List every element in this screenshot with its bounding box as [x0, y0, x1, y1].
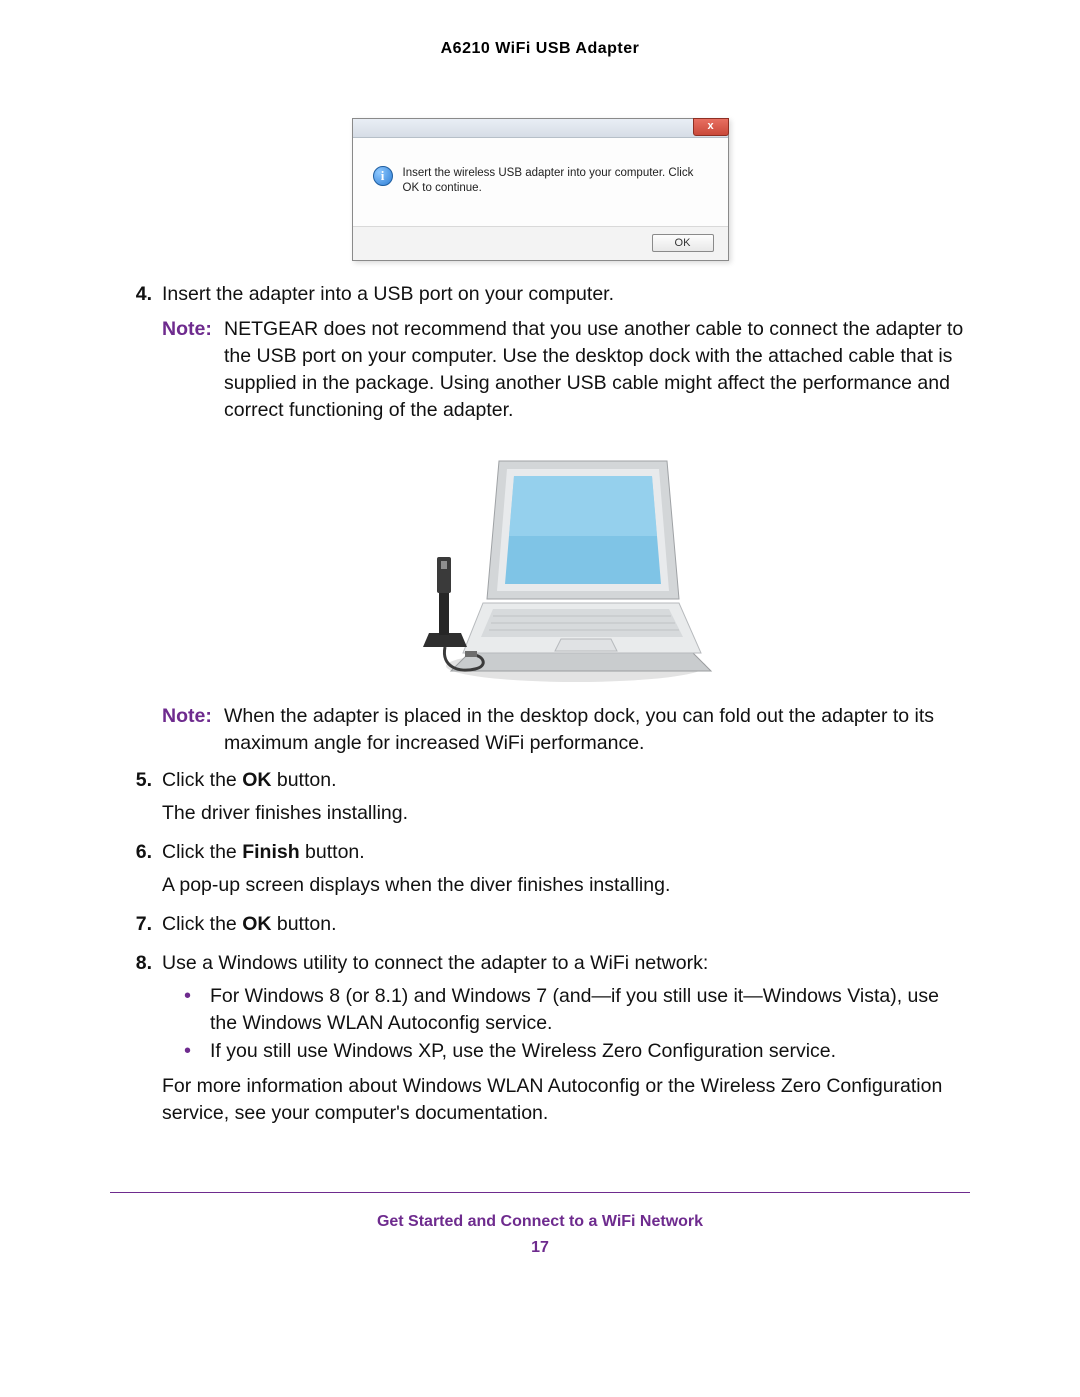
text-fragment: button.	[300, 841, 365, 863]
text-fragment: button.	[271, 913, 336, 935]
laptop-with-adapter-icon	[411, 441, 721, 691]
dialog-body: i Insert the wireless USB adapter into y…	[353, 138, 728, 226]
document-header-title: A6210 WiFi USB Adapter	[110, 40, 970, 58]
step-text: Use a Windows utility to connect the ada…	[162, 950, 970, 977]
step-text: Click the Finish button.	[162, 839, 970, 866]
manual-page: A6210 WiFi USB Adapter x i Insert the wi…	[0, 0, 1080, 1397]
dialog-window: x i Insert the wireless USB adapter into…	[352, 118, 729, 261]
bullet-list: • For Windows 8 (or 8.1) and Windows 7 (…	[184, 983, 970, 1066]
step-subtext: The driver finishes installing.	[162, 800, 970, 827]
info-icon: i	[373, 166, 393, 186]
step-number: 6.	[110, 839, 162, 905]
page-footer: Get Started and Connect to a WiFi Networ…	[110, 1192, 970, 1257]
note-block-2: Note: When the adapter is placed in the …	[162, 703, 970, 757]
step-number: 4.	[110, 281, 162, 761]
page-number: 17	[110, 1239, 970, 1257]
bullet-text: If you still use Windows XP, use the Wir…	[210, 1038, 836, 1065]
dialog-footer: OK	[353, 226, 728, 260]
bold-label: OK	[242, 769, 271, 791]
laptop-illustration	[162, 441, 970, 691]
text-fragment: button.	[271, 769, 336, 791]
step-body: Use a Windows utility to connect the ada…	[162, 950, 970, 1134]
list-item: • If you still use Windows XP, use the W…	[184, 1038, 970, 1065]
step-subtext: For more information about Windows WLAN …	[162, 1073, 970, 1127]
note-block: Note: NETGEAR does not recommend that yo…	[162, 316, 970, 424]
step-number: 8.	[110, 950, 162, 1134]
instruction-content: 4. Insert the adapter into a USB port on…	[110, 281, 970, 1133]
step-text: Click the OK button.	[162, 911, 970, 938]
step-5: 5. Click the OK button. The driver finis…	[110, 767, 970, 833]
text-fragment: Click the	[162, 841, 242, 863]
note-label: Note:	[162, 703, 224, 757]
step-6: 6. Click the Finish button. A pop-up scr…	[110, 839, 970, 905]
text-fragment: Click the	[162, 913, 242, 935]
dialog-titlebar: x	[353, 119, 728, 138]
note-text: When the adapter is placed in the deskto…	[224, 703, 970, 757]
step-body: Click the OK button. The driver finishes…	[162, 767, 970, 833]
step-number: 7.	[110, 911, 162, 944]
step-body: Click the Finish button. A pop-up screen…	[162, 839, 970, 905]
note-label: Note:	[162, 316, 224, 424]
step-text: Insert the adapter into a USB port on yo…	[162, 281, 970, 308]
step-text: Click the OK button.	[162, 767, 970, 794]
step-8: 8. Use a Windows utility to connect the …	[110, 950, 970, 1134]
list-item: • For Windows 8 (or 8.1) and Windows 7 (…	[184, 983, 970, 1037]
footer-section-title: Get Started and Connect to a WiFi Networ…	[110, 1213, 970, 1231]
step-number: 5.	[110, 767, 162, 833]
bold-label: Finish	[242, 841, 299, 863]
step-body: Click the OK button.	[162, 911, 970, 944]
bullet-icon: •	[184, 983, 210, 1037]
text-fragment: Click the	[162, 769, 242, 791]
bullet-icon: •	[184, 1038, 210, 1065]
step-subtext: A pop-up screen displays when the diver …	[162, 872, 970, 899]
close-icon[interactable]: x	[693, 118, 729, 136]
step-7: 7. Click the OK button.	[110, 911, 970, 944]
dialog-message: Insert the wireless USB adapter into you…	[403, 166, 708, 196]
note-text: NETGEAR does not recommend that you use …	[224, 316, 970, 424]
step-body: Insert the adapter into a USB port on yo…	[162, 281, 970, 761]
bullet-text: For Windows 8 (or 8.1) and Windows 7 (an…	[210, 983, 970, 1037]
ok-button[interactable]: OK	[652, 234, 714, 252]
bold-label: OK	[242, 913, 271, 935]
step-4: 4. Insert the adapter into a USB port on…	[110, 281, 970, 761]
